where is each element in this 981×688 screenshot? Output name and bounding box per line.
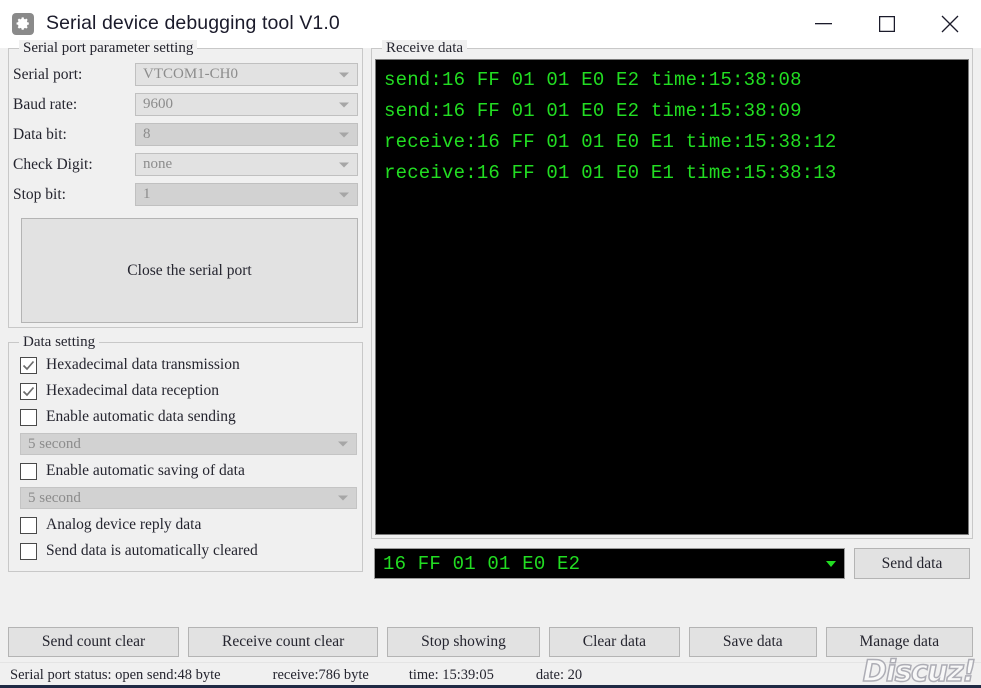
chevron-down-icon [339,132,349,137]
send-data-value: 16 FF 01 01 E0 E2 [383,552,581,575]
chevron-down-icon [338,441,348,447]
status-date: date: 20 [535,667,583,683]
checkbox-icon-unchecked [20,516,37,534]
serial-parameter-group: Serial port parameter setting Serial por… [8,40,363,328]
terminal-line: receive:16 FF 01 01 E0 E1 time:15:38:13 [384,162,837,184]
stop-showing-button[interactable]: Stop showing [387,627,540,657]
stop-bit-select[interactable]: 1 [135,183,358,206]
chevron-down-icon [338,495,348,501]
maximize-button[interactable] [855,0,918,47]
close-serial-port-button[interactable]: Close the serial port [21,218,358,323]
chevron-down-icon[interactable] [826,560,836,567]
close-button[interactable] [918,0,981,47]
minimize-button[interactable] [792,0,855,47]
checkbox-icon-checked [20,356,37,374]
window-title: Serial device debugging tool V1.0 [46,12,340,34]
checkbox-icon-unchecked [20,408,37,426]
stop-bit-label: Stop bit: [13,185,66,203]
send-data-button[interactable]: Send data [854,548,970,579]
right-panel: Receive data send:16 FF 01 01 E0 E2 time… [371,40,973,622]
receive-data-group: Receive data send:16 FF 01 01 E0 E2 time… [371,40,973,539]
checkbox-hex-transmission[interactable]: Hexadecimal data transmission [13,352,358,378]
checkbox-icon-checked [20,382,37,400]
baud-rate-row: Baud rate: 9600 [13,93,358,116]
serial-port-value: VTCOM1-CH0 [143,66,239,82]
receive-byte-count: receive:786 byte [272,667,369,683]
stop-bit-row: Stop bit: 1 [13,183,358,206]
send-row: 16 FF 01 01 E0 E2 Send data [371,548,973,579]
data-bit-row: Data bit: 8 [13,123,358,146]
checkbox-label: Send data is automatically cleared [46,542,258,559]
clear-data-button[interactable]: Clear data [548,627,680,657]
chevron-down-icon [339,102,349,107]
discuz-watermark: Discuz! [862,654,977,688]
auto-save-interval-select[interactable]: 5 second [20,487,357,509]
checkbox-label: Enable automatic data sending [46,408,236,425]
data-setting-group-title: Data setting [19,334,100,351]
terminal-line: receive:16 FF 01 01 E0 E1 time:15:38:12 [384,131,837,153]
check-digit-label: Check Digit: [13,155,93,173]
serial-port-select[interactable]: VTCOM1-CH0 [135,63,358,86]
chevron-down-icon [339,72,349,77]
receive-data-terminal[interactable]: send:16 FF 01 01 E0 E2 time:15:38:08 sen… [375,59,969,535]
checkbox-auto-clear-send[interactable]: Send data is automatically cleared [13,538,358,564]
serial-port-row: Serial port: VTCOM1-CH0 [13,63,358,86]
data-bit-label: Data bit: [13,125,67,143]
checkbox-auto-saving[interactable]: Enable automatic saving of data [13,458,358,484]
chevron-down-icon [339,192,349,197]
checkbox-label: Hexadecimal data reception [46,382,219,399]
receive-count-clear-button[interactable]: Receive count clear [188,627,379,657]
serial-port-status: Serial port status: open send:48 byte [10,667,221,683]
baud-rate-select[interactable]: 9600 [135,93,358,116]
checkbox-icon-unchecked [20,462,37,480]
data-setting-group: Data setting Hexadecimal data transmissi… [8,334,363,572]
receive-data-group-title: Receive data [382,40,468,57]
gear-icon [12,12,34,35]
left-panel: Serial port parameter setting Serial por… [8,40,363,622]
terminal-line: send:16 FF 01 01 E0 E2 time:15:38:09 [384,100,802,122]
checkbox-hex-reception[interactable]: Hexadecimal data reception [13,378,358,404]
stop-bit-value: 1 [143,186,151,202]
auto-send-interval-value: 5 second [28,435,81,452]
send-data-input[interactable]: 16 FF 01 01 E0 E2 [374,548,845,579]
checkbox-label: Hexadecimal data transmission [46,356,240,373]
app-window: Serial device debugging tool V1.0 Serial… [0,0,981,688]
checkbox-analog-reply[interactable]: Analog device reply data [13,512,358,538]
check-digit-value: none [143,156,173,172]
status-time: time: 15:39:05 [408,667,494,683]
chevron-down-icon [339,162,349,167]
checkbox-auto-sending[interactable]: Enable automatic data sending [13,404,358,430]
manage-data-button[interactable]: Manage data [825,627,974,657]
data-bit-select[interactable]: 8 [135,123,358,146]
send-count-clear-button[interactable]: Send count clear [8,627,180,657]
serial-parameter-group-title: Serial port parameter setting [19,40,198,57]
baud-rate-label: Baud rate: [13,95,78,113]
serial-port-label: Serial port: [13,65,83,83]
check-digit-select[interactable]: none [135,153,358,176]
check-digit-row: Check Digit: none [13,153,358,176]
baud-rate-value: 9600 [143,96,173,112]
checkbox-label: Analog device reply data [46,516,202,533]
bottom-button-bar: Send count clear Receive count clear Sto… [0,622,981,662]
auto-save-interval-value: 5 second [28,489,81,506]
terminal-line: send:16 FF 01 01 E0 E2 time:15:38:08 [384,69,802,91]
checkbox-label: Enable automatic saving of data [46,462,245,479]
auto-send-interval-select[interactable]: 5 second [20,433,357,455]
main-content: Serial port parameter setting Serial por… [0,40,981,622]
checkbox-icon-unchecked [20,542,37,560]
save-data-button[interactable]: Save data [688,627,817,657]
data-bit-value: 8 [143,126,151,142]
